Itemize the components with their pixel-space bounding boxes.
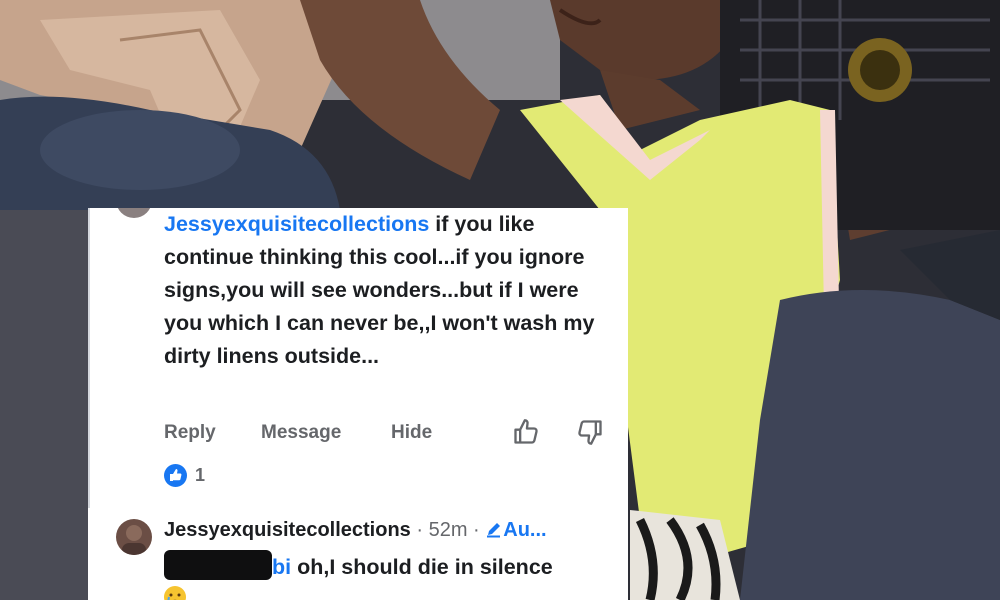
hide-button[interactable]: Hide — [391, 422, 432, 444]
reaction-count: 1 — [195, 465, 206, 485]
author-badge: Au... — [503, 519, 547, 541]
reply-button[interactable]: Reply — [164, 422, 216, 444]
like-reaction-icon — [164, 464, 187, 487]
pencil-icon — [485, 519, 503, 541]
comment-author-link[interactable]: Jessyexquisitecollections — [164, 519, 411, 541]
comment-header: Jessyexquisitecollections · 52m · Au... — [164, 519, 624, 542]
avatar[interactable] — [116, 208, 152, 218]
thumbs-down-icon[interactable] — [576, 418, 604, 451]
comment-body: oh,I should die in silence — [291, 555, 553, 579]
tagged-user-link[interactable]: bi — [272, 555, 291, 579]
comment-author-link[interactable]: Jessyexquisitecollections — [164, 212, 429, 236]
comment-actions: Reply Message Hide — [164, 418, 614, 448]
thread-line — [88, 208, 90, 508]
avatar[interactable] — [116, 519, 152, 555]
crying-emoji-icon — [164, 586, 186, 600]
comment-panel: Jessyexquisitecollections if you like co… — [88, 208, 628, 600]
thumbs-up-icon[interactable] — [512, 418, 540, 451]
comment-text: bi oh,I should die in silence — [164, 550, 553, 580]
comment-time: · 52m · — [410, 519, 486, 541]
message-button[interactable]: Message — [261, 422, 341, 444]
comment-text: Jessyexquisitecollections if you like co… — [164, 208, 614, 373]
redacted-name — [164, 550, 272, 580]
